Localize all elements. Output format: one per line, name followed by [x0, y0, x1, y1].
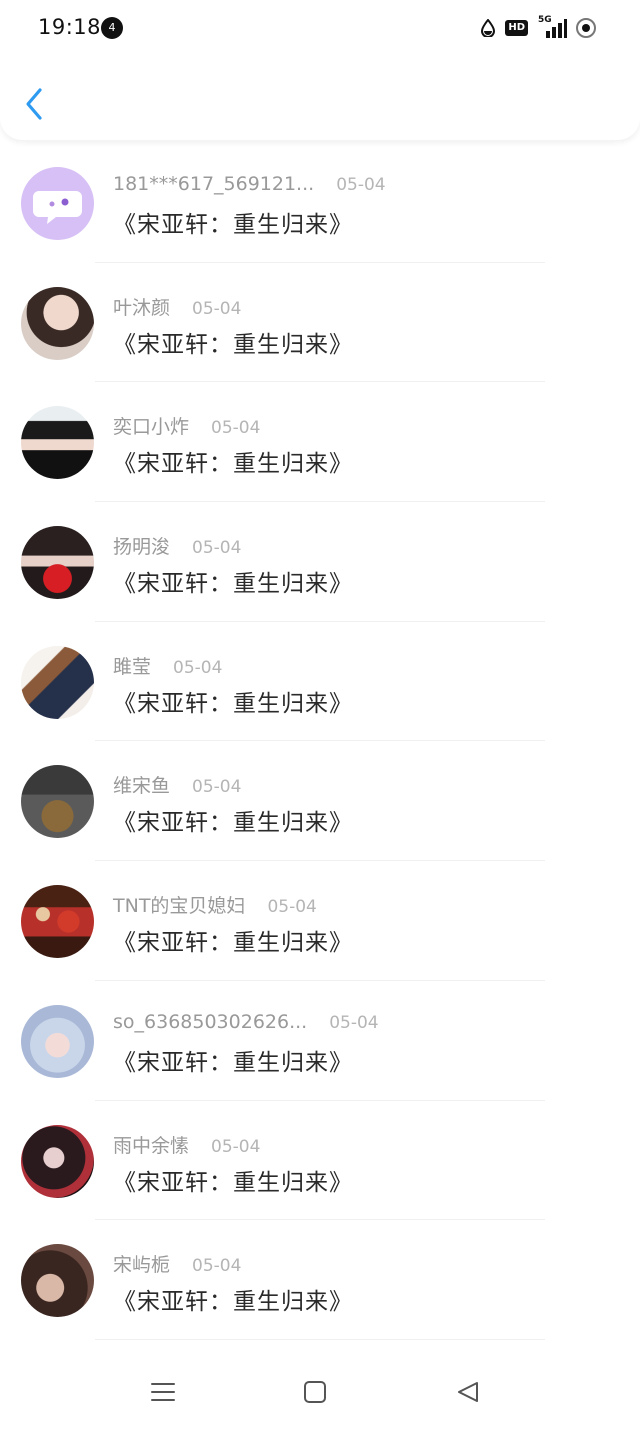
comment-title[interactable]: 《宋亚轩：重生归来》	[113, 923, 353, 957]
comment-title[interactable]: 《宋亚轩：重生归来》	[113, 803, 353, 837]
comment-title[interactable]: 《宋亚轩：重生归来》	[113, 205, 353, 239]
comment-date: 05-04	[192, 538, 242, 559]
comment-date: 05-04	[192, 777, 242, 798]
comment-date: 05-04	[173, 657, 223, 678]
comment-meta: 奕口小炸 05-04	[113, 412, 260, 439]
comment-date: 05-04	[192, 298, 242, 319]
back-button[interactable]	[18, 84, 54, 124]
status-time: 19:18	[38, 15, 102, 39]
avatar[interactable]	[21, 1004, 94, 1078]
list-item[interactable]: 雨中余愫 05-04 《宋亚轩：重生归来》	[0, 1101, 640, 1221]
list-item[interactable]: 雎莹 05-04 《宋亚轩：重生归来》	[0, 622, 640, 742]
list-item[interactable]: 扬明浚 05-04 《宋亚轩：重生归来》	[0, 502, 640, 622]
status-bar: 19:18 4 HD 5G	[0, 0, 640, 56]
comment-title[interactable]: 《宋亚轩：重生归来》	[113, 564, 353, 598]
avatar[interactable]	[21, 167, 94, 240]
comment-title[interactable]: 《宋亚轩：重生归来》	[113, 1282, 353, 1316]
water-drop-icon	[481, 18, 496, 38]
avatar[interactable]	[21, 645, 94, 719]
avatar[interactable]	[21, 286, 94, 360]
avatar[interactable]	[21, 885, 94, 959]
comment-date: 05-04	[192, 1256, 242, 1277]
system-icons: HD 5G	[481, 15, 596, 40]
comment-meta: 宋屿栀 05-04	[113, 1250, 241, 1277]
chevron-left-icon	[26, 88, 42, 120]
user-name[interactable]: 维宋鱼	[113, 775, 170, 797]
chat-bubble-icon	[21, 167, 94, 240]
user-name[interactable]: TNT的宝贝媳妇	[113, 895, 245, 917]
comment-meta: 181***617_569121... 05-04	[113, 173, 386, 195]
comment-title[interactable]: 《宋亚轩：重生归来》	[113, 1043, 353, 1077]
comment-title[interactable]: 《宋亚轩：重生归来》	[113, 325, 353, 359]
list-item[interactable]: 宋屿栀 05-04 《宋亚轩：重生归来》	[0, 1220, 640, 1340]
signal-icon: 5G	[538, 15, 567, 38]
comment-meta: so_636850302626... 05-04	[113, 1011, 379, 1033]
home-square-icon[interactable]	[300, 1377, 330, 1407]
avatar[interactable]	[21, 526, 94, 600]
list-item[interactable]: 181***617_569121... 05-04 《宋亚轩：重生归来》	[0, 143, 640, 263]
comment-date: 05-04	[267, 897, 317, 918]
list-item[interactable]: 叶沐颜 05-04 《宋亚轩：重生归来》	[0, 263, 640, 383]
user-name[interactable]: 181***617_569121...	[113, 173, 314, 195]
list-item[interactable]: 奕口小炸 05-04 《宋亚轩：重生归来》	[0, 382, 640, 503]
avatar[interactable]	[21, 406, 94, 480]
user-name[interactable]: 扬明浚	[113, 536, 170, 558]
comment-title[interactable]: 《宋亚轩：重生归来》	[113, 1163, 353, 1197]
comment-date: 05-04	[211, 418, 261, 439]
menu-icon[interactable]	[148, 1377, 178, 1407]
comment-date: 05-04	[329, 1012, 379, 1033]
comment-meta: TNT的宝贝媳妇 05-04	[113, 891, 317, 918]
comment-meta: 扬明浚 05-04	[113, 532, 241, 559]
comment-date: 05-04	[211, 1136, 261, 1157]
comment-meta: 叶沐颜 05-04	[113, 293, 241, 320]
user-name[interactable]: 宋屿栀	[113, 1254, 170, 1276]
notification-badge: 4	[101, 17, 123, 39]
user-name[interactable]: 叶沐颜	[113, 297, 170, 319]
user-name[interactable]: 雎莹	[113, 656, 151, 678]
comment-meta: 维宋鱼 05-04	[113, 771, 241, 798]
list-item[interactable]: TNT的宝贝媳妇 05-04 《宋亚轩：重生归来》	[0, 861, 640, 981]
system-navigation-bar	[0, 1350, 640, 1433]
comment-date: 05-04	[336, 175, 386, 195]
list-item[interactable]: 维宋鱼 05-04 《宋亚轩：重生归来》	[0, 741, 640, 862]
divider	[95, 1338, 545, 1340]
user-name[interactable]: 奕口小炸	[113, 416, 189, 438]
avatar[interactable]	[21, 1124, 94, 1198]
user-name[interactable]: so_636850302626...	[113, 1011, 307, 1033]
user-name[interactable]: 雨中余愫	[113, 1135, 189, 1157]
comment-list: 181***617_569121... 05-04 《宋亚轩：重生归来》 叶沐颜 0…	[0, 143, 640, 1340]
comment-title[interactable]: 《宋亚轩：重生归来》	[113, 444, 353, 478]
list-item[interactable]: so_636850302626... 05-04 《宋亚轩：重生归来》	[0, 981, 640, 1101]
avatar[interactable]	[21, 765, 94, 839]
comment-meta: 雨中余愫 05-04	[113, 1131, 260, 1158]
back-triangle-icon[interactable]	[453, 1377, 483, 1407]
record-icon	[576, 18, 596, 38]
avatar[interactable]	[21, 1244, 94, 1318]
comment-meta: 雎莹 05-04	[113, 652, 222, 679]
app-header: 19:18 4 HD 5G	[0, 0, 640, 140]
hd-icon: HD	[505, 20, 528, 36]
comment-title[interactable]: 《宋亚轩：重生归来》	[113, 684, 353, 718]
